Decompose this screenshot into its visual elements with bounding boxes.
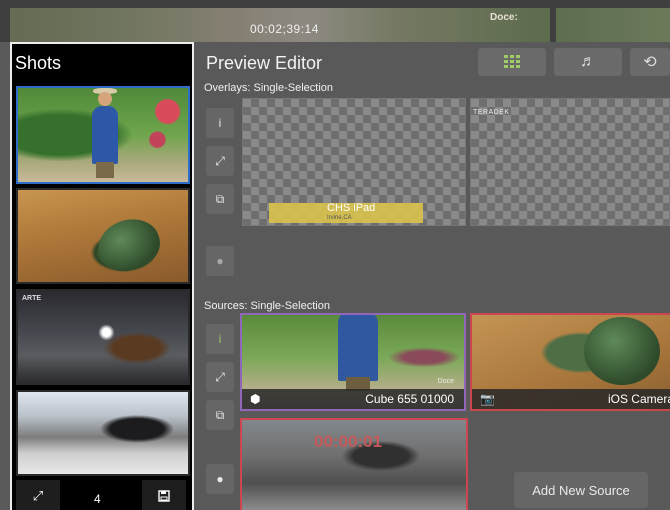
thumbnail-logo: ARTE bbox=[22, 295, 42, 302]
mouse-object bbox=[584, 317, 660, 385]
add-new-source-button[interactable]: Add New Source bbox=[514, 472, 648, 508]
overlays-label: Overlays: Single-Selection bbox=[204, 82, 334, 94]
info-icon: i bbox=[218, 116, 222, 130]
overlay-teradek[interactable]: TERADEK bbox=[470, 98, 670, 226]
hand-icon: ● bbox=[216, 472, 224, 486]
layout-icon: ⧉ bbox=[215, 407, 225, 422]
overlay-subtitle: Irvine,CA bbox=[327, 215, 352, 221]
presenter-figure bbox=[92, 88, 118, 178]
source-caption-bar: 📷 iOS Camera bbox=[472, 389, 670, 409]
sources-label: Sources: Single-Selection bbox=[204, 300, 330, 312]
shot-thumbnail-3[interactable]: ARTE bbox=[16, 289, 190, 385]
cube-icon: ⬢ bbox=[250, 392, 261, 406]
source-resize-button[interactable]: ⤢ bbox=[206, 362, 234, 392]
grid-icon bbox=[504, 55, 520, 68]
audio-button[interactable]: ♬ bbox=[554, 48, 622, 76]
expand-icon: ⤢ bbox=[32, 488, 44, 503]
shot-thumbnail-4[interactable] bbox=[16, 390, 190, 476]
strip-logo: Doce: bbox=[490, 12, 518, 23]
mouse-object bbox=[91, 211, 167, 279]
timecode: 00:02;39:14 bbox=[250, 22, 319, 36]
overlay-controls: i ⤢ ⧉ ● bbox=[206, 108, 234, 284]
source-caption-bar: ⬢ Cube 655 01000 bbox=[242, 389, 464, 409]
shots-panel: Shots ARTE ⤢ 4 bbox=[10, 42, 194, 510]
source-remove-button[interactable]: ● bbox=[206, 464, 234, 494]
resize-icon: ⤢ bbox=[215, 369, 225, 384]
history-icon: ⟲ bbox=[643, 54, 657, 71]
strip-overlay bbox=[0, 0, 670, 42]
head bbox=[98, 92, 112, 106]
shots-title: Shots bbox=[15, 53, 62, 73]
editor-title: Preview Editor bbox=[206, 53, 323, 73]
save-icon bbox=[158, 490, 170, 502]
resize-icon: ⤢ bbox=[215, 153, 225, 168]
overlay-title: CHS iPad bbox=[327, 202, 376, 214]
source-watermark: Doce bbox=[437, 378, 454, 385]
save-button[interactable] bbox=[142, 480, 186, 510]
preview-editor: Preview Editor ♬ ⟲ Overlays: Single-Sele… bbox=[194, 42, 670, 510]
layout-icon: ⧉ bbox=[215, 191, 225, 206]
source-layout-button[interactable]: ⧉ bbox=[206, 400, 234, 430]
overlay-chs-ipad[interactable]: CHS iPad Irvine,CA bbox=[242, 98, 466, 226]
history-button[interactable]: ⟲ bbox=[630, 48, 670, 76]
program-preview-strip: 00:02;39:14 Doce: bbox=[0, 0, 670, 42]
presenter-figure bbox=[338, 315, 378, 391]
teradek-logo: TERADEK bbox=[473, 109, 510, 116]
source-label: Cube 655 01000 bbox=[365, 392, 454, 406]
app-root: 00:02;39:14 Doce: Shots ARTE ⤢ 4 Preview… bbox=[0, 0, 670, 510]
overlay-remove-button[interactable]: ● bbox=[206, 246, 234, 276]
shot-thumbnail-2[interactable] bbox=[16, 188, 190, 284]
overlay-info-button[interactable]: i bbox=[206, 108, 234, 138]
countdown-timer: 00:00:01 bbox=[314, 432, 383, 451]
source-label: iOS Camera bbox=[607, 392, 670, 406]
legs bbox=[96, 162, 114, 178]
shots-toolbar: ⤢ 4 bbox=[12, 480, 192, 510]
overlay-resize-button[interactable]: ⤢ bbox=[206, 146, 234, 176]
shot-thumbnail-1[interactable] bbox=[16, 86, 190, 184]
source-ios-camera[interactable]: 📷 iOS Camera bbox=[470, 313, 670, 411]
info-icon: i bbox=[218, 332, 222, 346]
shot-count: 4 bbox=[94, 492, 101, 506]
overlay-layout-button[interactable]: ⧉ bbox=[206, 184, 234, 214]
expand-button[interactable]: ⤢ bbox=[16, 480, 60, 510]
grid-view-button[interactable] bbox=[478, 48, 546, 76]
source-info-button[interactable]: i bbox=[206, 324, 234, 354]
hand-icon: ● bbox=[216, 254, 224, 268]
source-cube[interactable]: Doce ⬢ Cube 655 01000 bbox=[240, 313, 466, 411]
camera-icon: 📷 bbox=[480, 392, 495, 406]
source-countdown[interactable]: 00:00:01 bbox=[240, 418, 468, 510]
music-note-icon: ♬ bbox=[580, 53, 596, 70]
source-controls: i ⤢ ⧉ ● bbox=[206, 324, 234, 502]
